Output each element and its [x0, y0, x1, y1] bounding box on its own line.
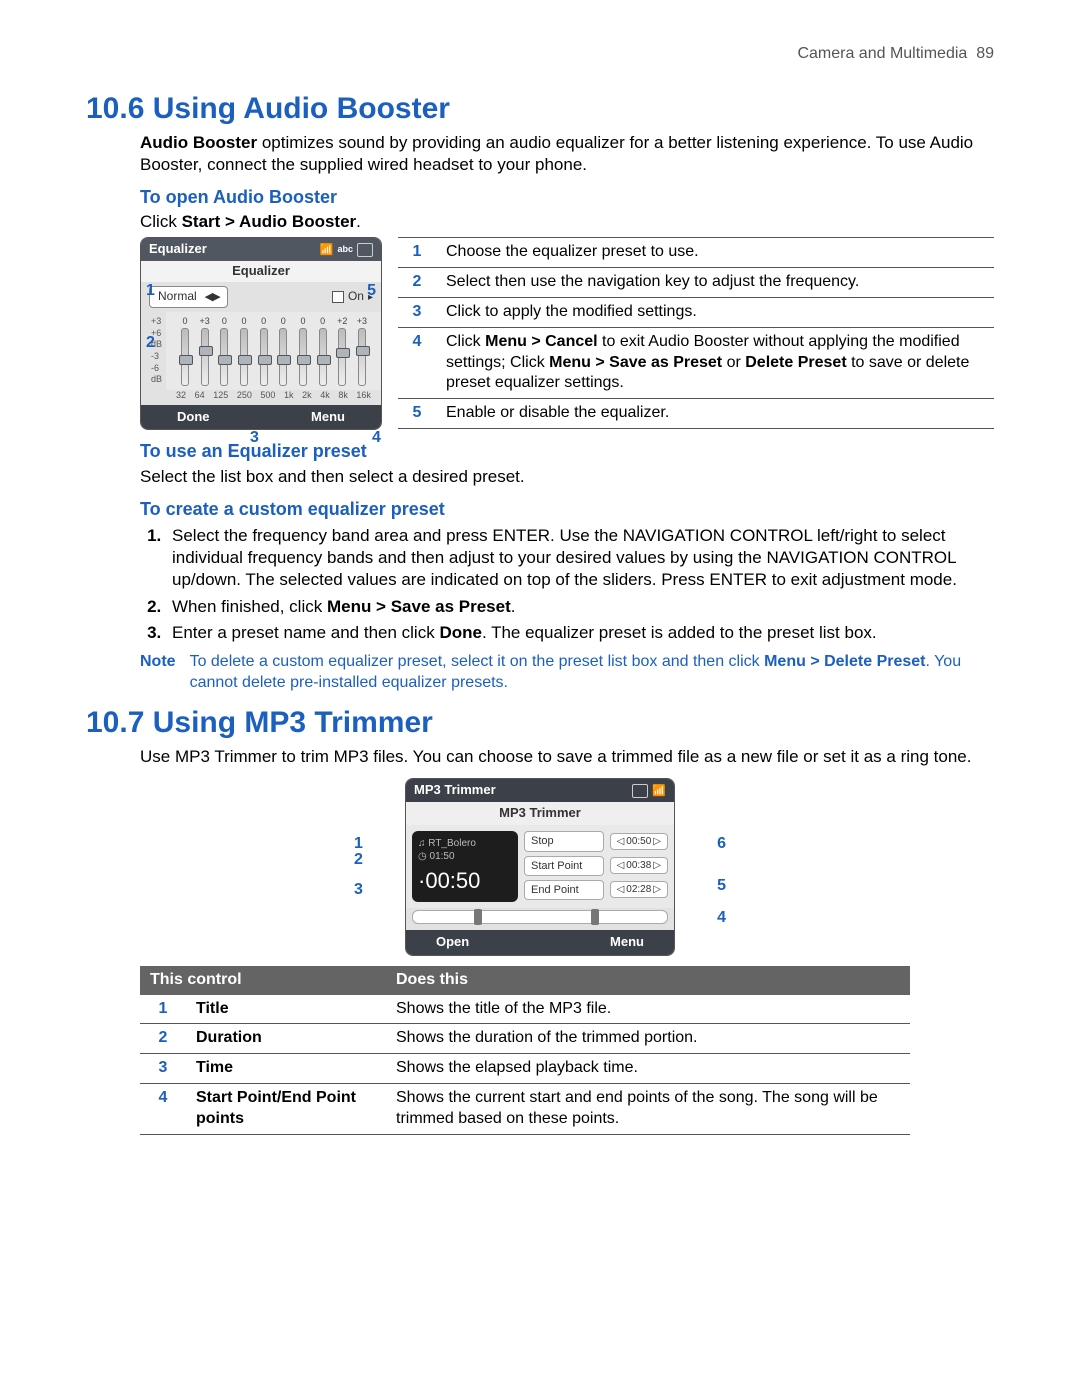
menu-softkey[interactable]: Menu [610, 934, 644, 951]
battery-icon [632, 784, 648, 798]
stepper-arrows-icon: ◀ ▶ [205, 290, 219, 304]
mp3-track-title: RT_Bolero [428, 838, 476, 849]
page-number: 89 [976, 45, 994, 62]
eq-subtitle: Equalizer [141, 261, 381, 282]
callout-5: 5 [367, 281, 376, 302]
mp3-info-panel: ♫ RT_Bolero ◷ 01:50 ·00:50 [412, 831, 518, 902]
chevron-right-icon: ▷ [653, 883, 661, 896]
heading-10-6: 10.6 Using Audio Booster [86, 89, 994, 128]
callout-2: 2 [354, 850, 363, 871]
equalizer-callout-table: 1Choose the equalizer preset to use. 2Se… [398, 237, 994, 429]
subhead-create-preset: To create a custom equalizer preset [140, 498, 994, 521]
callout-3: 3 [250, 428, 259, 449]
mp3-trimmer-screenshot: MP3 Trimmer 📶 MP3 Trimmer ♫ RT_Bolero ◷ … [310, 778, 770, 955]
intro-rest: optimizes sound by providing an audio eq… [140, 133, 973, 174]
mp3-duration: 01:50 [430, 851, 455, 862]
menu-softkey[interactable]: Menu [311, 409, 345, 426]
mp3-subtitle: MP3 Trimmer [406, 802, 674, 825]
chevron-left-icon: ◁ [617, 835, 625, 848]
end-point-button[interactable]: End Point [524, 880, 604, 900]
open-softkey[interactable]: Open [436, 934, 469, 951]
trim-track[interactable] [412, 910, 668, 924]
chevron-right-icon: ▷ [653, 835, 661, 848]
step-2: When finished, click Menu > Save as Pres… [166, 596, 994, 618]
preset-selector[interactable]: Normal ◀ ▶ [149, 286, 228, 308]
end-point-handle[interactable] [591, 909, 599, 925]
equalizer-screenshot: Equalizer 📶 abc Equalizer Normal ◀ ▶ [140, 237, 382, 430]
step-1: Select the frequency band area and press… [166, 525, 994, 591]
note-label: Note [140, 652, 176, 694]
callout-2: 2 [146, 333, 155, 354]
callout-6: 6 [717, 834, 726, 855]
mp3-control-table: This control Does this 1TitleShows the t… [140, 966, 910, 1135]
signal-icon: 📶 [320, 243, 334, 257]
eq-titlebar: Equalizer [149, 241, 207, 258]
heading-10-7: 10.7 Using MP3 Trimmer [86, 703, 994, 742]
signal-icon: 📶 [652, 784, 666, 798]
callout-3: 3 [354, 880, 363, 901]
freq-labels: 32641252505001k2k4k8k16k [166, 390, 381, 405]
done-softkey[interactable]: Done [177, 409, 210, 426]
create-preset-steps: Select the frequency band area and press… [166, 525, 994, 643]
running-header: Camera and Multimedia 89 [86, 44, 994, 65]
col-this-control: This control [140, 966, 386, 995]
chevron-left-icon: ◁ [617, 859, 625, 872]
chevron-left-icon: ◁ [617, 883, 625, 896]
abc-icon: abc [337, 244, 353, 256]
stop-button[interactable]: Stop [524, 831, 604, 851]
mp3-time: 00:50 [425, 868, 480, 893]
start-point-button[interactable]: Start Point [524, 856, 604, 876]
subhead-open-audio-booster: To open Audio Booster [140, 186, 994, 209]
open-body: Click Start > Audio Booster. [140, 211, 994, 233]
subhead-use-preset: To use an Equalizer preset [140, 440, 994, 463]
intro-10-6: Audio Booster optimizes sound by providi… [140, 132, 994, 176]
callout-1: 1 [146, 281, 155, 302]
stop-time-stepper[interactable]: ◁00:50▷ [610, 833, 668, 850]
battery-icon [357, 243, 373, 257]
callout-4: 4 [372, 428, 381, 449]
preset-body: Select the list box and then select a de… [140, 466, 994, 488]
step-3: Enter a preset name and then click Done.… [166, 622, 994, 644]
manual-page: Camera and Multimedia 89 10.6 Using Audi… [0, 0, 1080, 1397]
clock-icon: ◷ [418, 851, 430, 862]
end-point-stepper[interactable]: ◁02:28▷ [610, 881, 668, 898]
note-body: To delete a custom equalizer preset, sel… [190, 652, 994, 694]
note-block: Note To delete a custom equalizer preset… [140, 652, 994, 694]
mp3-titlebar: MP3 Trimmer [414, 782, 496, 799]
col-does-this: Does this [386, 966, 910, 995]
start-point-stepper[interactable]: ◁00:38▷ [610, 857, 668, 874]
note-icon: ♫ [418, 838, 428, 849]
checkbox-icon [332, 291, 344, 303]
callout-5: 5 [717, 876, 726, 897]
section-name: Camera and Multimedia [797, 45, 967, 62]
intro-10-7: Use MP3 Trimmer to trim MP3 files. You c… [140, 746, 994, 768]
eq-slider-area[interactable]: 0 +3 0 0 0 0 0 0 +2 +3 [166, 312, 381, 390]
start-point-handle[interactable] [474, 909, 482, 925]
chevron-right-icon: ▷ [653, 859, 661, 872]
intro-bold: Audio Booster [140, 133, 257, 152]
callout-4: 4 [717, 908, 726, 929]
